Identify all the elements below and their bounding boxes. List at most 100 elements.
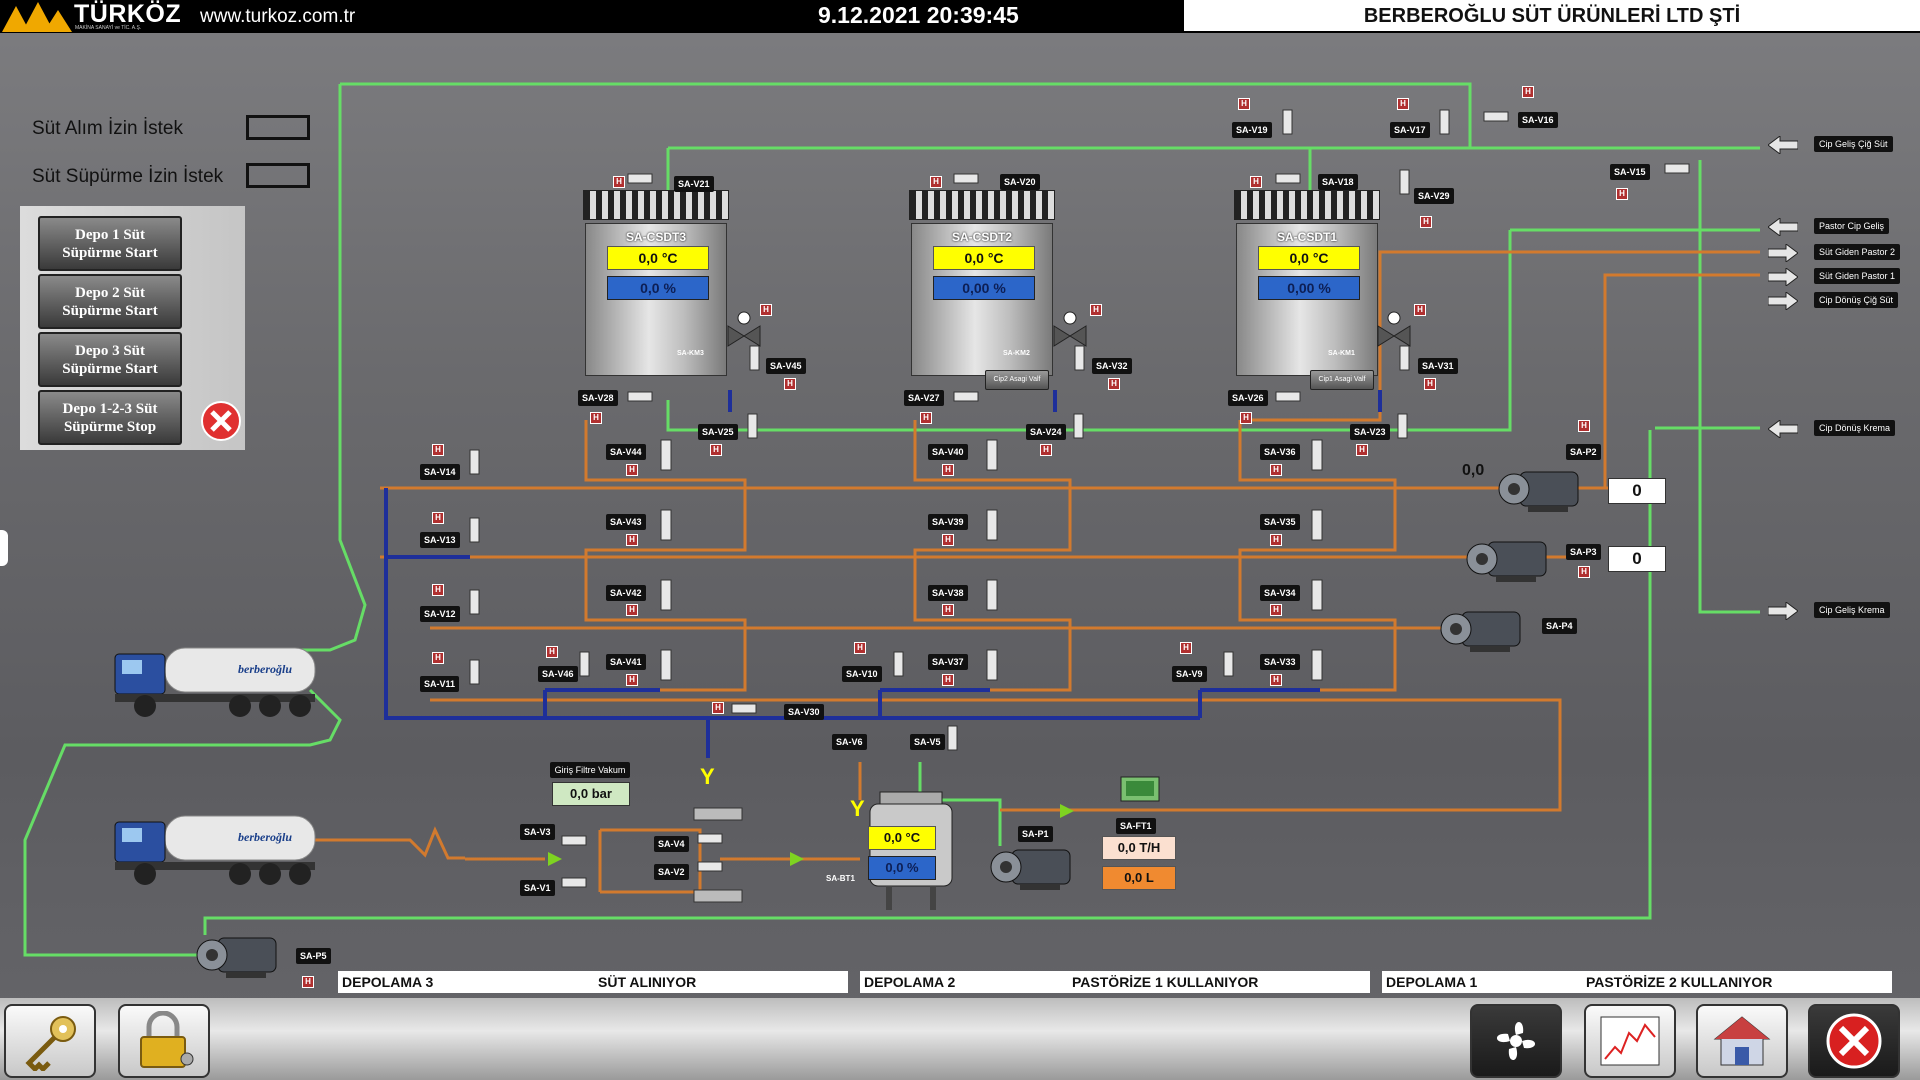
right-connection-cip-in-raw[interactable]: Cip Geliş Çiğ Süt: [1767, 135, 1893, 159]
right-connection-milk-to-pastor1[interactable]: Süt Giden Pastor 1: [1767, 267, 1901, 291]
storage-name: DEPOLAMA 2: [864, 974, 956, 990]
hand-mode-badge: H: [760, 304, 772, 316]
close-button[interactable]: [1808, 1004, 1900, 1078]
right-connection-cip-in-cream[interactable]: Cip Geliş Krema: [1767, 601, 1890, 625]
hand-mode-badge: H: [854, 642, 866, 654]
hand-mode-badge: H: [1578, 566, 1590, 578]
storage1-status: DEPOLAMA 1 PASTÖRİZE 2 KULLANIYOR: [1382, 971, 1892, 993]
pump-p4-icon[interactable]: [1440, 604, 1532, 654]
pump-p3-icon[interactable]: [1466, 534, 1558, 584]
pump-p2-speed: 0,0: [1462, 462, 1485, 479]
hand-mode-badge: H: [1414, 304, 1426, 316]
connection-label: Pastor Cip Geliş: [1814, 218, 1890, 234]
trend-chart-icon: [1600, 1016, 1660, 1066]
hand-mode-badge: H: [590, 412, 602, 424]
pump-tag[interactable]: SA-P4: [1542, 618, 1577, 634]
pump-p5-icon[interactable]: [196, 930, 288, 980]
storage-state: SÜT ALINIYOR: [598, 974, 697, 990]
connection-label: Cip Geliş Çiğ Süt: [1814, 136, 1893, 152]
flow-total: 0,0 L: [1102, 866, 1176, 890]
storage-state: PASTÖRİZE 1 KULLANIYOR: [1072, 974, 1259, 990]
lock-button[interactable]: [118, 1004, 210, 1078]
key-login-button[interactable]: [4, 1004, 96, 1078]
fan-button[interactable]: [1470, 1004, 1562, 1078]
arrow-left-icon: [1767, 135, 1799, 155]
storage-name: DEPOLAMA 3: [342, 974, 434, 990]
hand-mode-badge: H: [1250, 176, 1262, 188]
close-icon: [1826, 1013, 1882, 1069]
hand-mode-badge: H: [942, 604, 954, 616]
milk-truck-2-icon: [114, 815, 316, 885]
hand-mode-badge: H: [432, 652, 444, 664]
pump-tag[interactable]: SA-P5: [296, 948, 331, 964]
bt1-tag: SA-BT1: [826, 874, 855, 883]
arrow-right-icon: [1767, 267, 1799, 287]
connection-label: Süt Giden Pastor 1: [1814, 268, 1901, 284]
pump-p1-icon[interactable]: [990, 842, 1082, 892]
arrow-right-icon: [1767, 291, 1799, 311]
hand-mode-badge: H: [1616, 188, 1628, 200]
hand-mode-badge: H: [1522, 86, 1534, 98]
bt1-level: 0,0 %: [868, 856, 936, 880]
key-icon: [25, 1016, 76, 1071]
arrow-right-icon: [1767, 243, 1799, 263]
hand-mode-badge: H: [712, 702, 724, 714]
hand-mode-badge: H: [1108, 378, 1120, 390]
hand-mode-badge: H: [432, 444, 444, 456]
arrow-right-icon: [1767, 601, 1799, 621]
pump-tag[interactable]: SA-P2: [1566, 444, 1601, 460]
hand-mode-badge: H: [546, 646, 558, 658]
right-connection-cip-return-raw[interactable]: Cip Dönüş Çiğ Süt: [1767, 291, 1899, 315]
hand-mode-badge: H: [1270, 534, 1282, 546]
hand-mode-badge: H: [1397, 98, 1409, 110]
pump-p3-value[interactable]: 0: [1608, 546, 1666, 572]
hand-mode-badge: H: [432, 512, 444, 524]
home-icon: [1713, 1016, 1771, 1066]
y-junction-marker: Y: [850, 796, 865, 821]
connection-label: Cip Dönüş Çiğ Süt: [1814, 292, 1899, 308]
hand-mode-badge: H: [626, 464, 638, 476]
storage3-status: DEPOLAMA 3 SÜT ALINIYOR: [338, 971, 848, 993]
hand-mode-badge: H: [942, 534, 954, 546]
flowmeter-display-icon: [1120, 776, 1160, 802]
lock-icon: [140, 1011, 194, 1068]
flow-rate: 0,0 T/H: [1102, 836, 1176, 860]
storage-name: DEPOLAMA 1: [1386, 974, 1478, 990]
hand-mode-badge: H: [432, 584, 444, 596]
storage2-status: DEPOLAMA 2 PASTÖRİZE 1 KULLANIYOR: [860, 971, 1370, 993]
hand-mode-badge: H: [613, 176, 625, 188]
hand-mode-badge: H: [1270, 464, 1282, 476]
milk-truck-1-icon: [114, 647, 316, 717]
home-button[interactable]: [1696, 1004, 1788, 1078]
arrow-left-icon: [1767, 217, 1799, 237]
flowmeter-tag[interactable]: SA-FT1: [1116, 818, 1156, 834]
hand-mode-badge: H: [626, 674, 638, 686]
hand-mode-badge: H: [1090, 304, 1102, 316]
arrow-left-icon: [1767, 419, 1799, 439]
hand-mode-badge: H: [1424, 378, 1436, 390]
hand-mode-badge: H: [920, 412, 932, 424]
balance-tank-bt1-icon[interactable]: [866, 790, 956, 914]
right-connection-milk-to-pastor2[interactable]: Süt Giden Pastor 2: [1767, 243, 1901, 267]
fan-icon: [1496, 1021, 1536, 1061]
hand-mode-badge: H: [942, 464, 954, 476]
right-connection-pastor-cip-in[interactable]: Pastor Cip Geliş: [1767, 217, 1890, 241]
hand-mode-badge: H: [1180, 642, 1192, 654]
trend-chart-button[interactable]: [1584, 1004, 1676, 1078]
hand-mode-badge: H: [1420, 216, 1432, 228]
pump-p2-icon[interactable]: [1498, 464, 1590, 514]
hand-mode-badge: H: [1270, 604, 1282, 616]
inlet-filter-vacuum-label: Giriş Filtre Vakum: [550, 762, 630, 778]
pump-p2-value[interactable]: 0: [1608, 478, 1666, 504]
hand-mode-badge: H: [930, 176, 942, 188]
pump-tag[interactable]: SA-P1: [1018, 826, 1053, 842]
hand-mode-badge: H: [1238, 98, 1250, 110]
truck-1-brand: berberoğlu: [238, 662, 292, 676]
connection-label: Süt Giden Pastor 2: [1814, 244, 1901, 260]
right-connection-cip-return-cream[interactable]: Cip Dönüş Krema: [1767, 419, 1896, 443]
hand-mode-badge: H: [1578, 420, 1590, 432]
pump-tag[interactable]: SA-P3: [1566, 544, 1601, 560]
hand-mode-badge: H: [626, 604, 638, 616]
connection-label: Cip Geliş Krema: [1814, 602, 1890, 618]
hand-mode-badge: H: [1240, 412, 1252, 424]
